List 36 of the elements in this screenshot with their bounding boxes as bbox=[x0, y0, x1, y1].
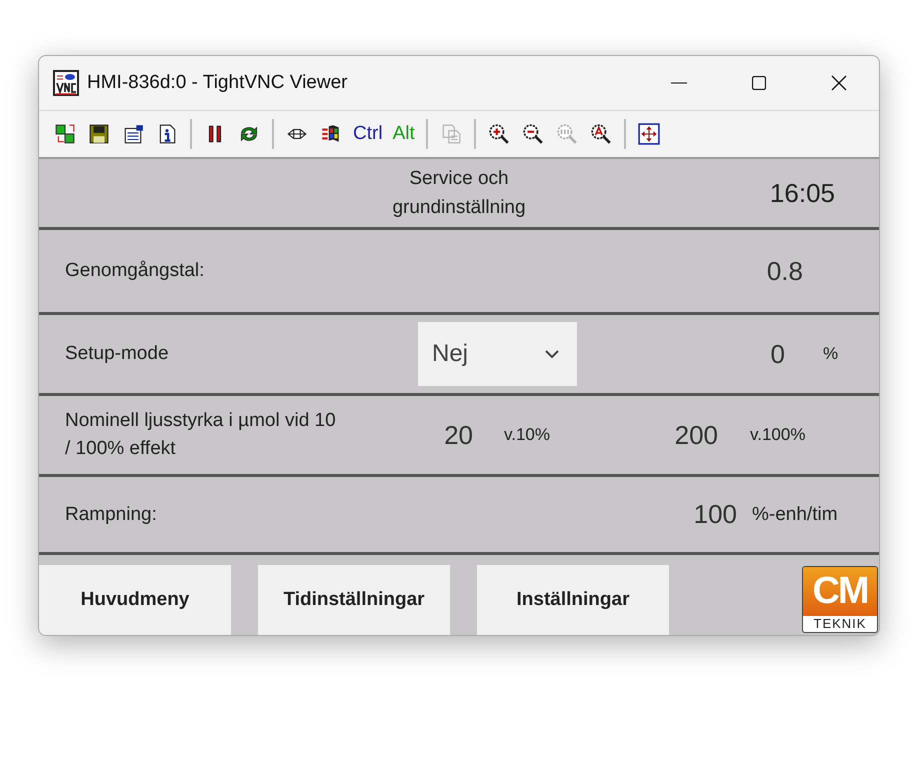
close-icon bbox=[831, 75, 847, 91]
app-icon bbox=[53, 70, 79, 96]
zoom-auto-icon bbox=[590, 123, 612, 145]
connections-icon bbox=[54, 123, 76, 145]
unit-text: % bbox=[823, 344, 838, 364]
nav-button[interactable]: Tidinställningar bbox=[258, 565, 450, 635]
minimize-icon bbox=[671, 82, 687, 84]
zoom-out-icon bbox=[522, 123, 544, 145]
value-text: 0 bbox=[770, 338, 785, 370]
field-label: Genomgångstal: bbox=[64, 259, 206, 283]
unit-text: v.10% bbox=[504, 425, 550, 445]
nav-button[interactable]: Inställningar bbox=[477, 565, 669, 635]
field-label: Setup-mode bbox=[64, 342, 170, 366]
save-icon bbox=[88, 123, 110, 145]
screen-title: Service och grundinställning bbox=[391, 167, 527, 220]
logo-mark: CM bbox=[803, 567, 877, 616]
nav-button[interactable]: Huvudmeny bbox=[39, 565, 231, 635]
zoom-in-icon bbox=[488, 123, 510, 145]
toolbar-button[interactable]: Ctrl bbox=[351, 123, 385, 145]
value-text: 100 bbox=[692, 499, 737, 530]
zoom-100-icon bbox=[556, 123, 578, 145]
window-title: HMI-836d:0 - TightVNC Viewer bbox=[87, 72, 348, 94]
chevron-icon bbox=[545, 350, 559, 358]
unit-text: v.100% bbox=[750, 425, 806, 445]
unit-text: %-enh/tim bbox=[752, 504, 838, 526]
options-icon bbox=[122, 123, 144, 145]
value-text: 20 bbox=[443, 420, 473, 450]
fullscreen-icon bbox=[638, 123, 660, 145]
maximize-icon bbox=[752, 76, 766, 90]
field-label: Nominell ljusstyrka i µmol vid 10 / 100% effekt bbox=[64, 409, 337, 461]
clock-text: 16:05 bbox=[770, 178, 835, 208]
value-text: 0.8 bbox=[766, 256, 803, 286]
field-label: Rampning: bbox=[64, 502, 158, 526]
logo-text: TEKNIK bbox=[812, 616, 868, 632]
value-text: 200 bbox=[674, 420, 718, 450]
dropdown[interactable]: Nej bbox=[418, 322, 577, 386]
